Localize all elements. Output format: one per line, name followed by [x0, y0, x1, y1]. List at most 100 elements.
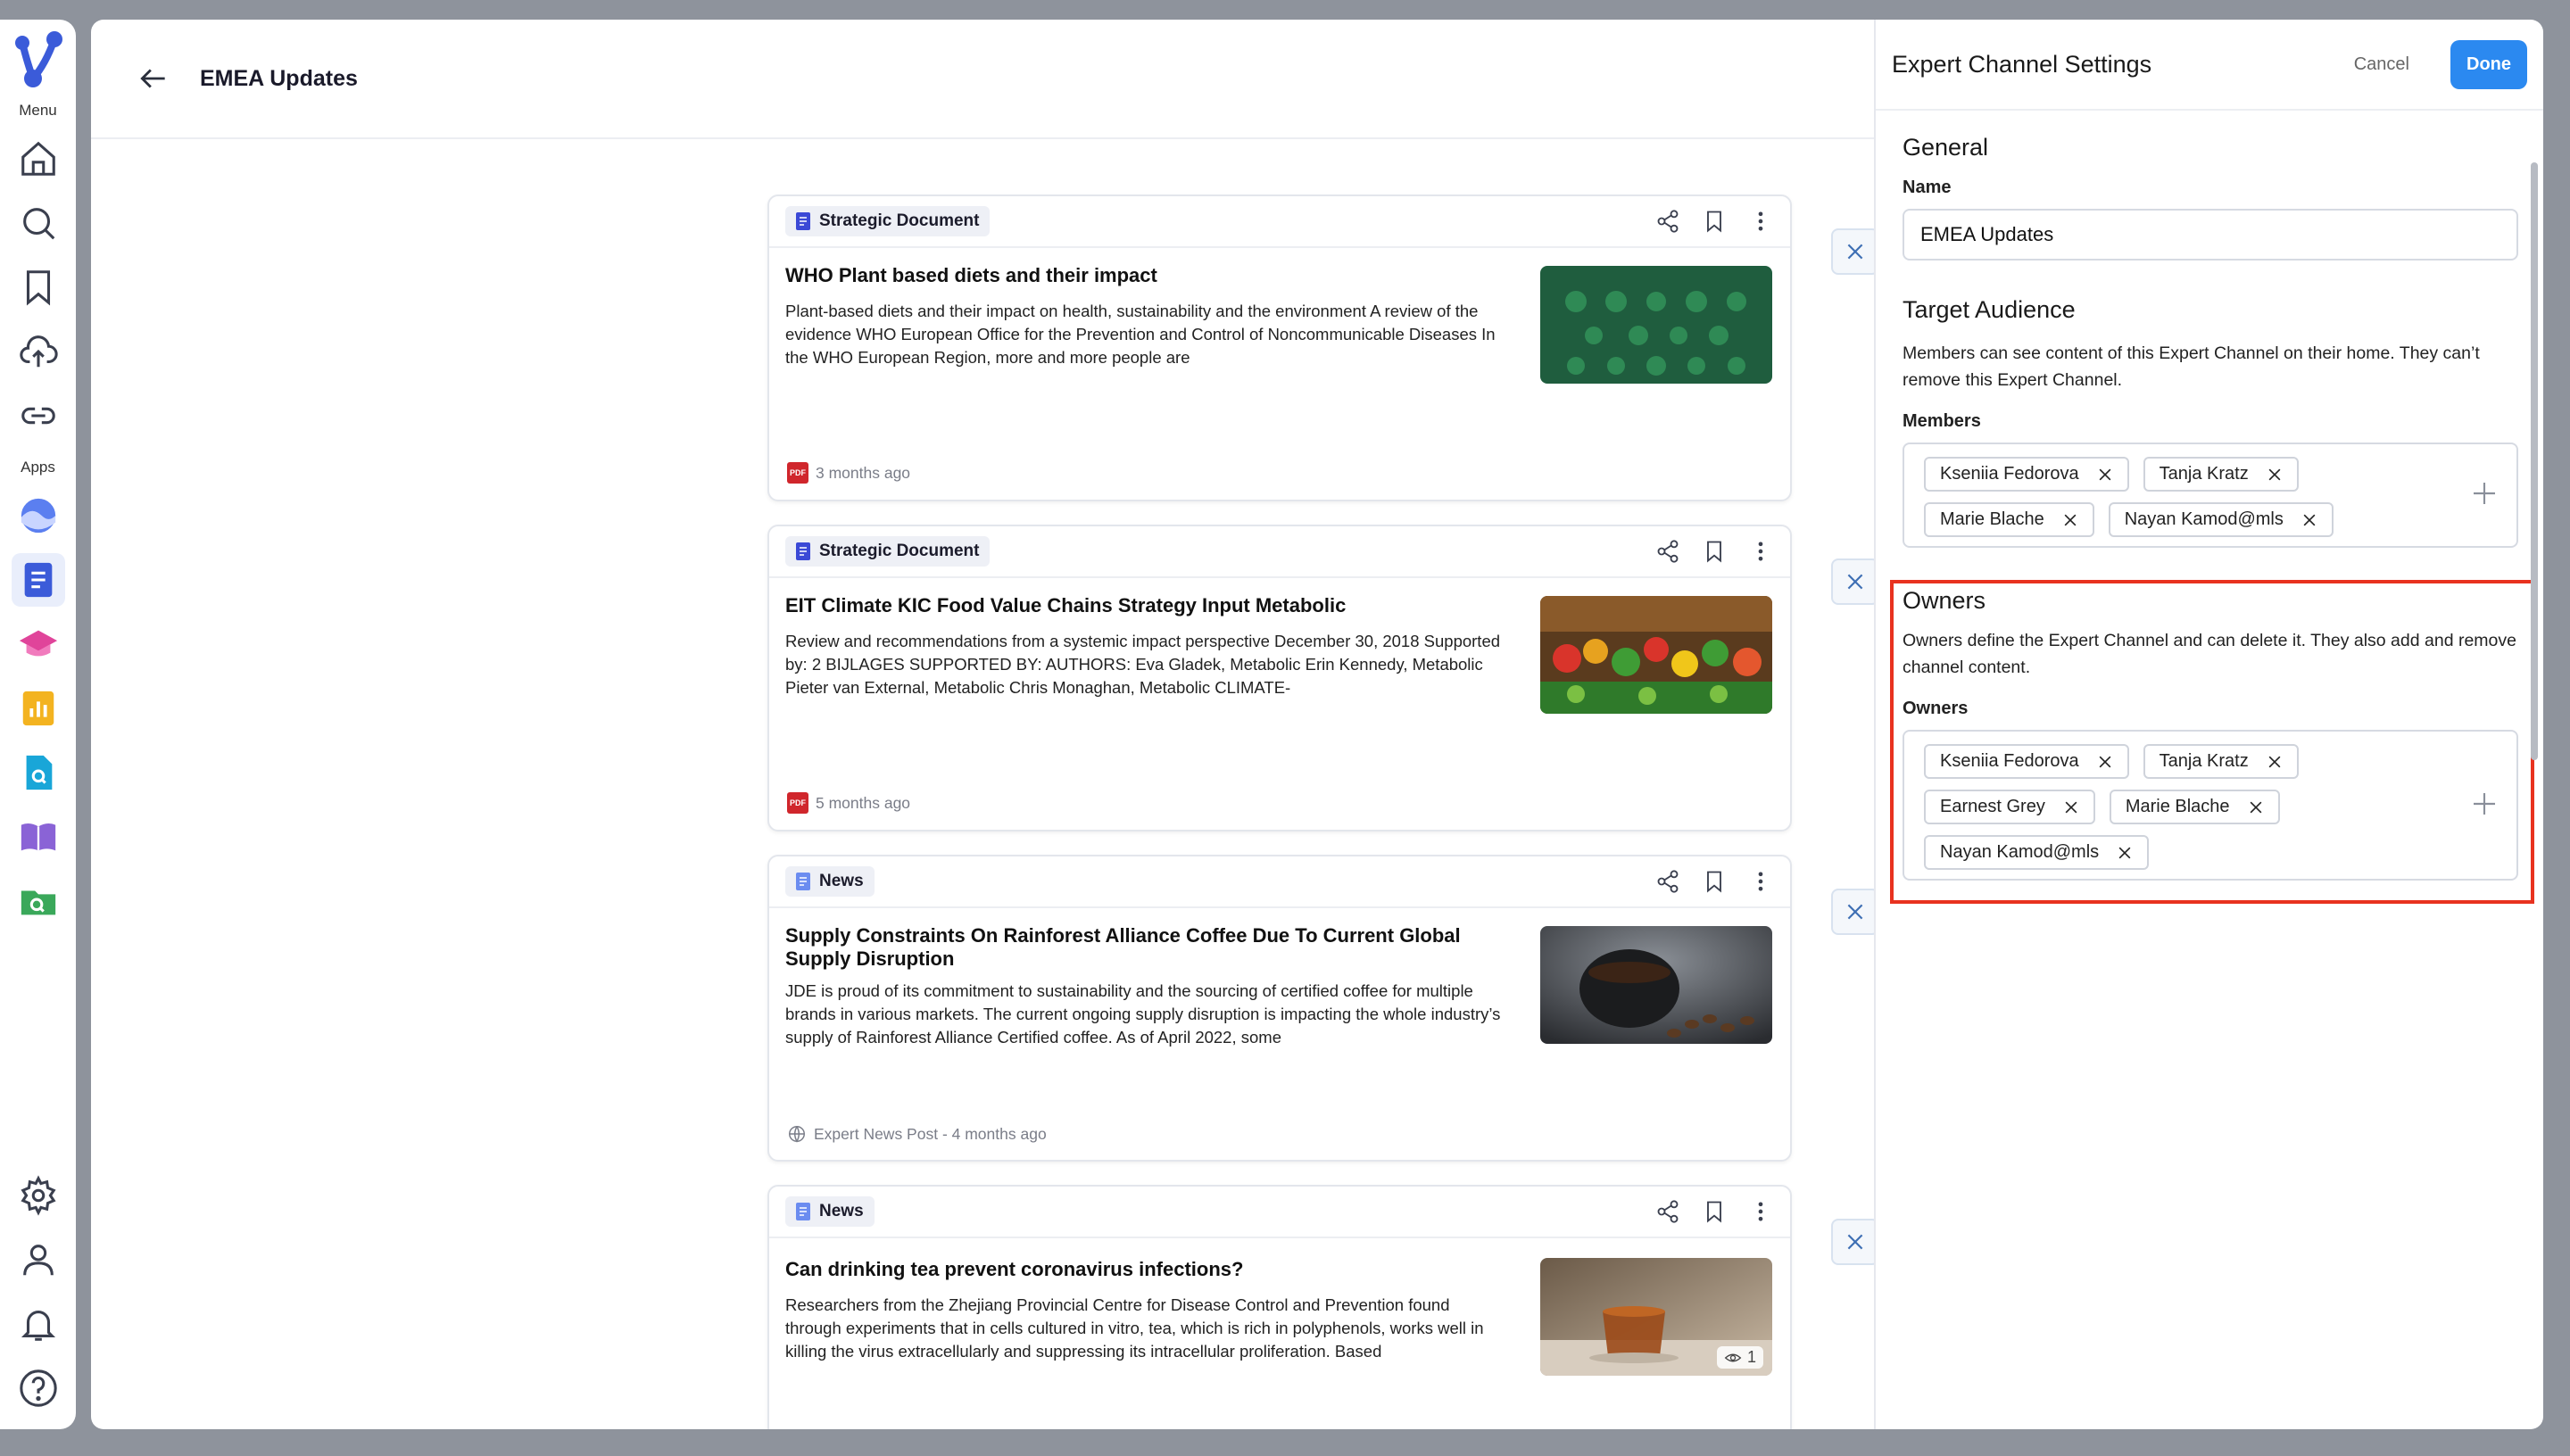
- pdf-icon: PDF: [787, 792, 808, 814]
- views-badge: 1: [1716, 1346, 1763, 1369]
- user-profile-icon[interactable]: [12, 1233, 65, 1286]
- card-title[interactable]: EIT Climate KIC Food Value Chains Strate…: [785, 594, 1490, 617]
- chip-label: Tanja Kratz: [2159, 751, 2249, 771]
- upload-cloud-icon[interactable]: [12, 325, 65, 378]
- close-icon: [1847, 244, 1863, 260]
- member-chip: Tanja Kratz: [2143, 457, 2299, 492]
- eye-icon: [1724, 1353, 1742, 1361]
- remove-chip-icon[interactable]: [2061, 798, 2081, 817]
- more-options-icon[interactable]: [1747, 868, 1774, 895]
- bookmark-icon[interactable]: [1701, 538, 1728, 565]
- settings-gear-icon[interactable]: [12, 1169, 65, 1222]
- bookmark-icon[interactable]: [1701, 208, 1728, 235]
- general-heading: General: [1903, 134, 1989, 161]
- app-folder-search-icon[interactable]: [12, 874, 65, 928]
- app-book-icon[interactable]: [12, 810, 65, 864]
- more-options-icon[interactable]: [1747, 538, 1774, 565]
- remove-chip-icon[interactable]: [2095, 752, 2115, 772]
- share-icon[interactable]: [1654, 1198, 1681, 1225]
- remove-chip-icon[interactable]: [2300, 510, 2319, 530]
- link-icon[interactable]: [12, 389, 65, 443]
- card-description: Researchers from the Zhejiang Provincial…: [785, 1295, 1484, 1361]
- add-member-plus-icon[interactable]: [2470, 479, 2502, 511]
- tag-label: News: [819, 872, 864, 890]
- owner-chip: Kseniia Fedorova: [1924, 744, 2129, 779]
- remove-from-channel-button[interactable]: [1831, 558, 1876, 605]
- remove-chip-icon[interactable]: [2265, 465, 2284, 484]
- search-icon[interactable]: [12, 196, 65, 250]
- close-icon: [1847, 574, 1863, 590]
- bookmark-icon[interactable]: [1701, 868, 1728, 895]
- card-thumbnail[interactable]: [1540, 926, 1772, 1044]
- add-owner-plus-icon[interactable]: [2470, 790, 2502, 822]
- remove-chip-icon[interactable]: [2115, 843, 2135, 863]
- share-icon[interactable]: [1654, 538, 1681, 565]
- tag-label: News: [819, 1202, 864, 1220]
- card-thumbnail[interactable]: [1540, 596, 1772, 714]
- document-icon: [796, 212, 810, 230]
- settings-scrollbar[interactable]: [2531, 162, 2538, 760]
- remove-from-channel-button[interactable]: [1831, 889, 1876, 935]
- owners-chip-input[interactable]: Kseniia Fedorova Tanja Kratz Earnest Gre…: [1903, 730, 2518, 881]
- app-logo[interactable]: [10, 29, 67, 91]
- help-icon[interactable]: [12, 1361, 65, 1415]
- member-chip: Kseniia Fedorova: [1924, 457, 2129, 492]
- content-card[interactable]: Strategic Document WHO Plant based diets…: [767, 194, 1792, 501]
- tag-label: Strategic Document: [819, 542, 980, 560]
- name-label: Name: [1903, 178, 1952, 197]
- channel-name-input[interactable]: [1903, 209, 2518, 261]
- close-icon: [1847, 1234, 1863, 1250]
- remove-chip-icon[interactable]: [2265, 752, 2284, 772]
- back-arrow-icon[interactable]: [134, 59, 173, 98]
- home-icon[interactable]: [12, 132, 65, 186]
- member-chip: Marie Blache: [1924, 502, 2094, 537]
- share-icon[interactable]: [1654, 868, 1681, 895]
- card-thumbnail[interactable]: 1: [1540, 1258, 1772, 1376]
- card-title[interactable]: WHO Plant based diets and their impact: [785, 264, 1490, 287]
- members-chip-input[interactable]: Kseniia Fedorova Tanja Kratz Marie Blach…: [1903, 443, 2518, 548]
- bookmark-icon[interactable]: [12, 261, 65, 314]
- bookmark-icon[interactable]: [1701, 1198, 1728, 1225]
- owners-label: Owners: [1903, 699, 1969, 718]
- app-doc-search-icon[interactable]: [12, 746, 65, 799]
- remove-chip-icon[interactable]: [2060, 510, 2080, 530]
- remove-from-channel-button[interactable]: [1831, 228, 1876, 275]
- member-chip: Nayan Kamod@mls: [2108, 502, 2334, 537]
- more-options-icon[interactable]: [1747, 1198, 1774, 1225]
- cancel-button[interactable]: Cancel: [2354, 54, 2409, 75]
- main-panel: EMEA Updates Strategic Document WHO Plan…: [91, 20, 1876, 1429]
- news-icon: [796, 873, 810, 890]
- card-meta: PDF 3 months ago: [787, 462, 910, 484]
- app-documents-icon[interactable]: [11, 553, 65, 607]
- card-thumbnail[interactable]: [1540, 266, 1772, 384]
- app-rail: Menu Apps: [0, 20, 76, 1429]
- card-title[interactable]: Can drinking tea prevent coronavirus inf…: [785, 1258, 1490, 1281]
- content-card[interactable]: News Supply Constraints On Rainforest Al…: [767, 855, 1792, 1162]
- owner-chip: Earnest Grey: [1924, 790, 2095, 824]
- more-options-icon[interactable]: [1747, 208, 1774, 235]
- app-learning-icon[interactable]: [12, 617, 65, 671]
- app-charts-icon[interactable]: [12, 682, 65, 735]
- expert-channel-settings-panel: Expert Channel Settings Cancel Done Gene…: [1874, 20, 2543, 1429]
- content-card[interactable]: News Can drinking tea prevent coronaviru…: [767, 1185, 1792, 1429]
- chip-label: Tanja Kratz: [2159, 464, 2249, 484]
- news-icon: [796, 1203, 810, 1220]
- content-card[interactable]: Strategic Document EIT Climate KIC Food …: [767, 525, 1792, 831]
- app-wave-icon[interactable]: [12, 489, 65, 542]
- apps-label: Apps: [21, 459, 55, 476]
- card-timestamp: Expert News Post - 4 months ago: [814, 1124, 1047, 1143]
- remove-from-channel-button[interactable]: [1831, 1219, 1876, 1265]
- owners-section: Owners Owners define the Expert Channel …: [1890, 580, 2534, 904]
- chip-label: Marie Blache: [1940, 509, 2044, 529]
- share-icon[interactable]: [1654, 208, 1681, 235]
- page-header: EMEA Updates: [91, 20, 1876, 139]
- done-button[interactable]: Done: [2450, 39, 2527, 89]
- remove-chip-icon[interactable]: [2095, 465, 2115, 484]
- remove-chip-icon[interactable]: [2246, 798, 2266, 817]
- chip-label: Earnest Grey: [1940, 797, 2045, 816]
- owner-chip: Tanja Kratz: [2143, 744, 2299, 779]
- card-title[interactable]: Supply Constraints On Rainforest Allianc…: [785, 924, 1490, 971]
- chip-label: Marie Blache: [2125, 797, 2230, 816]
- card-description: Plant-based diets and their impact on he…: [785, 302, 1496, 367]
- bell-icon[interactable]: [12, 1297, 65, 1351]
